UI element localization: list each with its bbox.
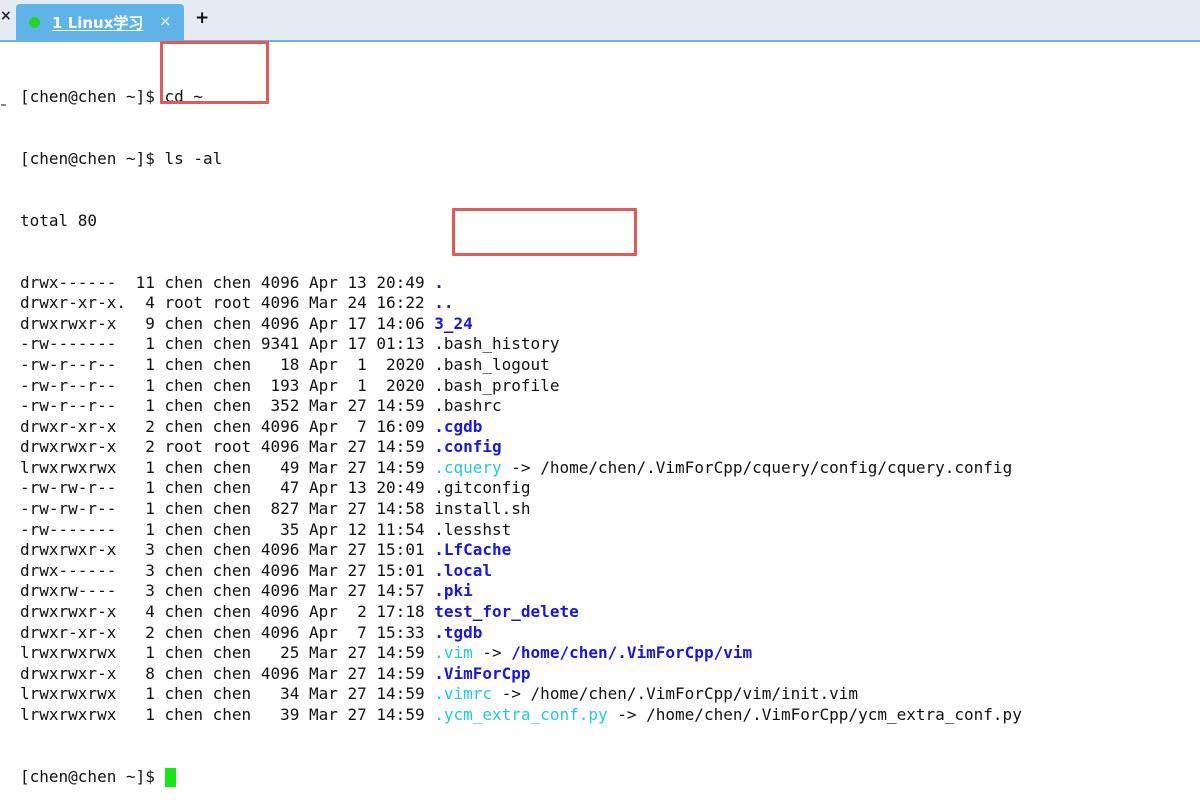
file-name: .vim [434,643,473,663]
listing: drwx------ 11 chen chen 4096 Apr 13 20:4… [20,273,1022,726]
symlink-arrow: -> [492,684,531,704]
file-name: .bash_history [434,334,560,354]
file-meta: lrwxrwxrwx 1 chen chen 49 Mar 27 14:59 [20,457,435,477]
file-name: .lesshst [434,519,512,539]
list-item: -rw-r--r-- 1 chen chen 18 Apr 1 2020 .ba… [20,355,1022,376]
file-name: .cgdb [434,416,483,436]
list-item: drwxrwxr-x 2 root root 4096 Mar 27 14:59… [20,437,1022,458]
file-meta: -rw------- 1 chen chen 9341 Apr 17 01:13 [20,334,435,354]
list-item: drwxr-xr-x. 4 root root 4096 Mar 24 16:2… [20,293,1022,314]
list-item: drwxrwxr-x 4 chen chen 4096 Apr 2 17:18 … [20,602,1022,623]
margin-marker [1,104,6,106]
list-item: -rw-rw-r-- 1 chen chen 47 Apr 13 20:49 .… [20,478,1022,499]
list-item: lrwxrwxrwx 1 chen chen 39 Mar 27 14:59 .… [20,705,1022,726]
list-item: drwx------ 3 chen chen 4096 Mar 27 15:01… [20,561,1022,582]
highlight-box-bash-files [452,208,637,256]
symlink-arrow: -> [501,457,541,477]
file-meta: drwxrwxr-x 9 chen chen 4096 Apr 17 14:06 [20,313,435,333]
file-name: .. [434,293,454,313]
list-item: -rw------- 1 chen chen 35 Apr 12 11:54 .… [20,520,1022,541]
file-name: .LfCache [434,540,512,560]
file-meta: drwxrwxr-x 2 root root 4096 Mar 27 14:59 [20,437,435,457]
file-meta: -rw------- 1 chen chen 35 Apr 12 11:54 [20,519,435,539]
list-item: -rw-r--r-- 1 chen chen 193 Apr 1 2020 .b… [20,376,1022,397]
prompt: [chen@chen ~]$ [20,766,165,786]
command-text: ls -al [154,148,223,168]
connection-status-icon [29,17,40,28]
file-name: .vimrc [434,684,493,704]
file-name: .local [434,560,493,580]
file-meta: drwxr-xr-x 2 chen chen 4096 Apr 7 16:09 [20,416,435,436]
file-name: . [434,272,444,292]
symlink-target: /home/chen/.VimForCpp/vim [511,643,753,663]
file-meta: lrwxrwxrwx 1 chen chen 39 Mar 27 14:59 [20,705,435,724]
file-meta: drwxrwxr-x 8 chen chen 4096 Mar 27 14:59 [20,663,435,683]
file-meta: -rw-rw-r-- 1 chen chen 827 Mar 27 14:58 [20,499,435,519]
file-name: .ycm_extra_conf.py [434,705,608,724]
file-meta: drwxrwxr-x 3 chen chen 4096 Mar 27 15:01 [20,540,435,560]
file-meta: drwx------ 11 chen chen 4096 Apr 13 20:4… [20,272,435,292]
tab-title[interactable]: 1 Linux学习 [52,12,143,33]
list-item: -rw-r--r-- 1 chen chen 352 Mar 27 14:59 … [20,396,1022,417]
terminal-cursor [164,767,176,787]
final-prompt-line[interactable]: [chen@chen ~]$ [20,767,1022,788]
list-item: drwxrwxr-x 3 chen chen 4096 Mar 27 15:01… [20,540,1022,561]
list-item: drwxrwxr-x 9 chen chen 4096 Apr 17 14:06… [20,314,1022,335]
list-item: drwxr-xr-x 2 chen chen 4096 Apr 7 16:09 … [20,417,1022,438]
file-name: .tgdb [434,622,483,642]
left-margin [0,44,14,592]
list-item: lrwxrwxrwx 1 chen chen 49 Mar 27 14:59 .… [20,458,1022,479]
file-name: .config [434,437,502,457]
file-meta: -rw-r--r-- 1 chen chen 352 Mar 27 14:59 [20,396,435,416]
list-item: drwxr-xr-x 2 chen chen 4096 Apr 7 15:33 … [20,623,1022,644]
file-meta: drwxr-xr-x 2 chen chen 4096 Apr 7 15:33 [20,622,435,642]
file-name: test_for_delete [434,602,579,622]
command-line: [chen@chen ~]$ ls -al [20,149,1022,170]
file-name: .bash_profile [434,375,560,395]
list-item: drwxrwxr-x 8 chen chen 4096 Mar 27 14:59… [20,664,1022,685]
file-name: .gitconfig [434,478,531,498]
tab-close-icon[interactable]: × [159,12,172,30]
file-name: .VimForCpp [434,663,531,683]
file-meta: lrwxrwxrwx 1 chen chen 34 Mar 27 14:59 [20,684,435,704]
file-meta: drwxr-xr-x. 4 root root 4096 Mar 24 16:2… [20,293,435,313]
prompt: [chen@chen ~]$ [20,87,155,107]
file-name: .bash_logout [434,354,550,374]
symlink-target: /home/chen/.VimForCpp/cquery/config/cque… [540,457,1013,477]
highlight-box-commands [160,41,269,104]
list-item: -rw-rw-r-- 1 chen chen 827 Mar 27 14:58 … [20,499,1022,520]
file-name: .cquery [434,457,502,477]
tab-linux-study[interactable]: 1 Linux学习 × [16,4,184,41]
list-item: lrwxrwxrwx 1 chen chen 25 Mar 27 14:59 .… [20,643,1022,664]
close-icon[interactable]: × [0,8,12,28]
symlink-target: /home/chen/.VimForCpp/ycm_extra_conf.py [646,705,1022,724]
file-meta: drwxrw---- 3 chen chen 4096 Mar 27 14:57 [20,581,435,601]
symlink-target: /home/chen/.VimForCpp/vim/init.vim [530,684,859,704]
file-meta: drwxrwxr-x 4 chen chen 4096 Apr 2 17:18 [20,602,435,622]
file-meta: lrwxrwxrwx 1 chen chen 25 Mar 27 14:59 [20,643,435,663]
prompt: [chen@chen ~]$ [20,148,155,168]
file-name: 3_24 [434,313,473,333]
file-name: .bashrc [434,396,502,416]
file-name: .pki [434,581,473,601]
file-meta: drwx------ 3 chen chen 4096 Mar 27 15:01 [20,560,435,580]
tab-bar: × 1 Linux学习 × + [0,0,1200,42]
file-meta: -rw-rw-r-- 1 chen chen 47 Apr 13 20:49 [20,478,435,498]
file-meta: -rw-r--r-- 1 chen chen 193 Apr 1 2020 [20,375,435,395]
list-item: drwx------ 11 chen chen 4096 Apr 13 20:4… [20,273,1022,294]
file-name: install.sh [434,499,531,519]
symlink-arrow: -> [607,705,647,724]
symlink-arrow: -> [472,643,512,663]
new-tab-button[interactable]: + [195,8,209,28]
list-item: -rw------- 1 chen chen 9341 Apr 17 01:13… [20,334,1022,355]
file-meta: -rw-r--r-- 1 chen chen 18 Apr 1 2020 [20,354,435,374]
list-item: lrwxrwxrwx 1 chen chen 34 Mar 27 14:59 .… [20,684,1022,705]
terminal-output[interactable]: [chen@chen ~]$ cd ~ [chen@chen ~]$ ls -a… [20,46,1022,808]
